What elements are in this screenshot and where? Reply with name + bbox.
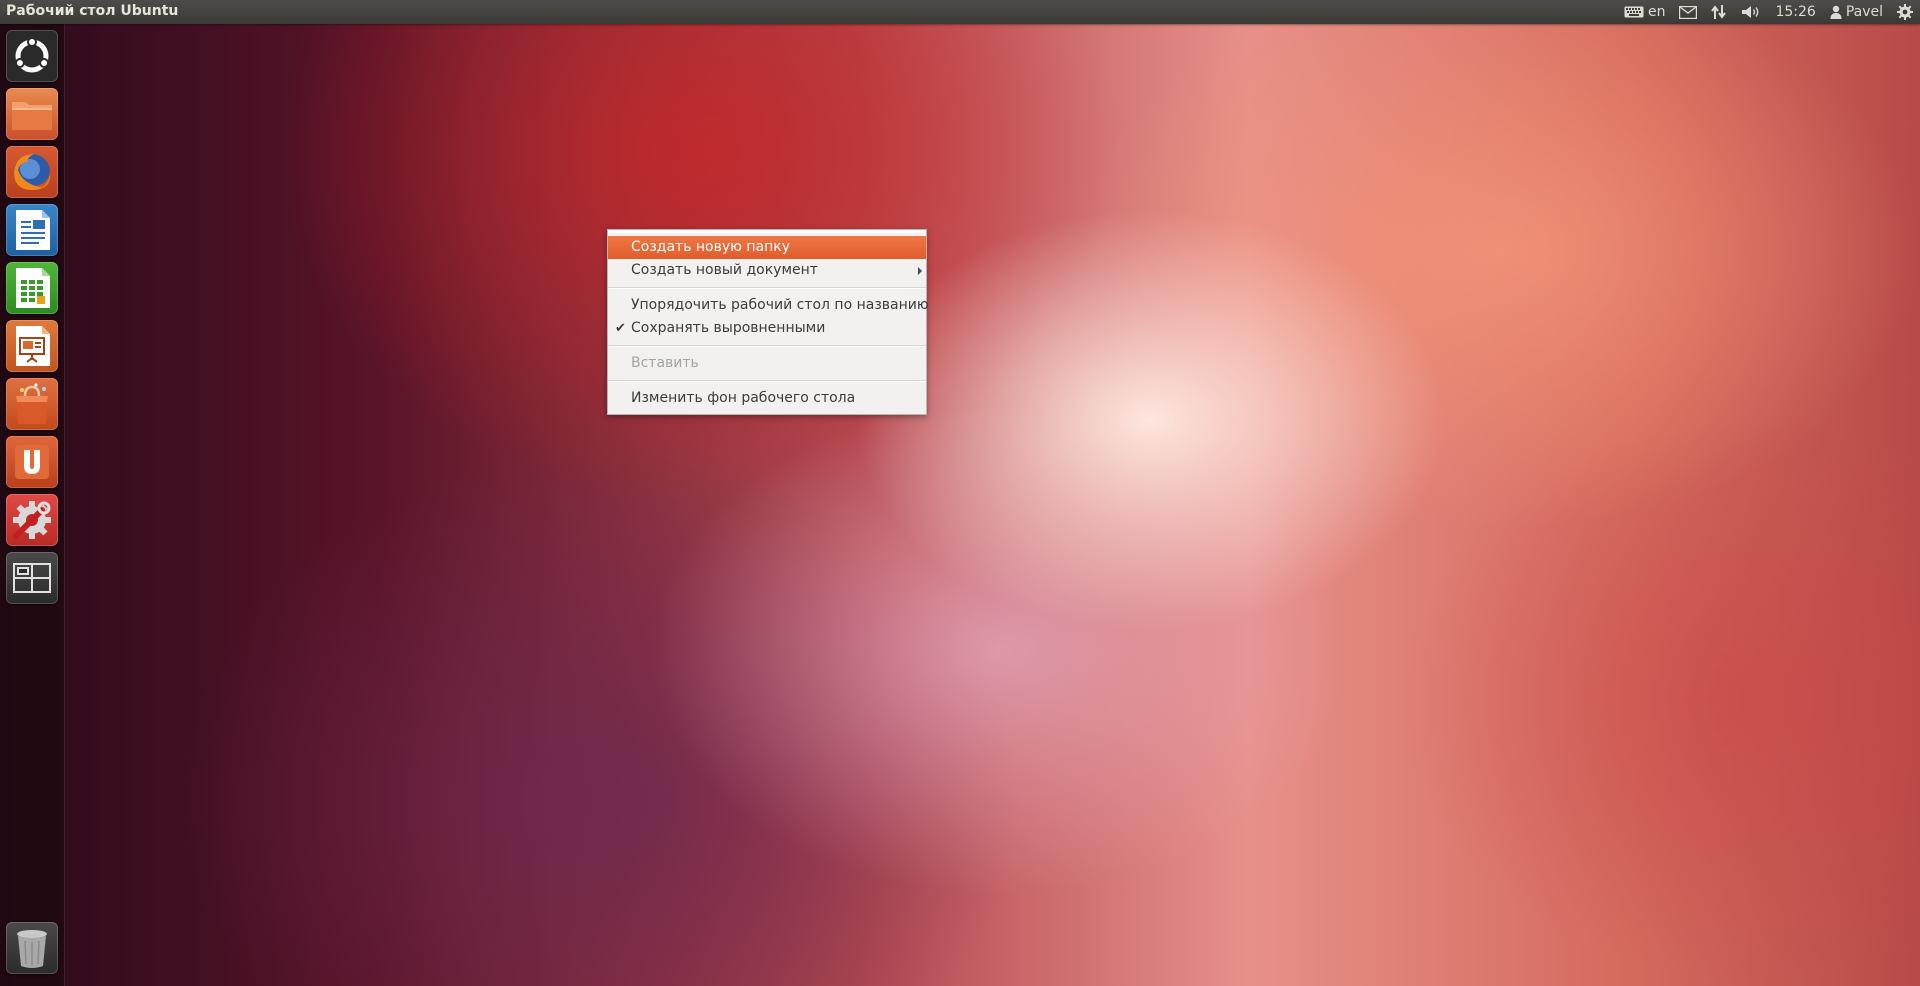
menu-item-label: Создать новый документ xyxy=(631,262,818,278)
trash-icon xyxy=(6,922,58,974)
window-title: Рабочий стол Ubuntu xyxy=(6,3,179,19)
menu-item-change-background[interactable]: Изменить фон рабочего стола xyxy=(608,387,926,410)
writer-launcher[interactable] xyxy=(6,204,58,256)
menu-item-label: Создать новую папку xyxy=(631,239,791,255)
submenu-arrow-icon xyxy=(918,267,922,275)
trash-launcher[interactable] xyxy=(6,922,58,974)
gear-icon xyxy=(1897,4,1913,20)
files-launcher[interactable] xyxy=(6,88,58,140)
sound-indicator[interactable] xyxy=(1734,0,1768,24)
software-center-icon xyxy=(6,378,58,430)
impress-launcher[interactable] xyxy=(6,320,58,372)
system-settings-icon xyxy=(6,494,58,546)
menu-item-keep-aligned[interactable]: ✔ Сохранять выровненными xyxy=(608,317,926,340)
messaging-indicator[interactable] xyxy=(1672,0,1704,24)
firefox-icon xyxy=(6,146,58,198)
libreoffice-impress-icon xyxy=(6,320,58,372)
menu-item-label: Упорядочить рабочий стол по названию xyxy=(631,297,929,313)
libreoffice-writer-icon xyxy=(6,204,58,256)
menu-item-label: Сохранять выровненными xyxy=(631,320,826,336)
calc-launcher[interactable] xyxy=(6,262,58,314)
menu-separator xyxy=(608,380,926,382)
launcher xyxy=(0,24,65,986)
user-indicator[interactable]: Pavel xyxy=(1823,0,1890,24)
desktop-context-menu: Создать новую папку Создать новый докуме… xyxy=(607,229,929,415)
keyboard-layout-label: en xyxy=(1647,4,1666,20)
checkmark-icon: ✔ xyxy=(615,321,626,336)
menu-separator xyxy=(608,287,926,289)
menu-item-paste: Вставить xyxy=(608,352,926,375)
ubuntu-one-launcher[interactable] xyxy=(6,436,58,488)
keyboard-indicator[interactable]: en xyxy=(1617,0,1673,24)
network-indicator[interactable] xyxy=(1704,0,1734,24)
menu-item-arrange-by-name[interactable]: Упорядочить рабочий стол по названию xyxy=(608,294,929,317)
network-arrows-icon xyxy=(1711,4,1727,20)
envelope-icon xyxy=(1679,5,1698,19)
menu-separator xyxy=(608,345,926,347)
clock-label: 15:26 xyxy=(1775,4,1816,20)
user-name-label: Pavel xyxy=(1845,4,1883,20)
menu-item-create-folder[interactable]: Создать новую папку xyxy=(608,236,926,259)
workspace-switcher-launcher[interactable] xyxy=(6,552,58,604)
speaker-icon xyxy=(1741,5,1761,19)
dash-button[interactable] xyxy=(6,30,58,82)
user-icon xyxy=(1830,5,1842,19)
folder-icon xyxy=(6,88,58,140)
workspace-switcher-icon xyxy=(6,552,58,604)
ubuntu-logo-icon xyxy=(6,30,58,82)
desktop[interactable]: Рабочий стол Ubuntu en 15:26 Pavel Созда… xyxy=(0,0,1920,986)
system-settings-launcher[interactable] xyxy=(6,494,58,546)
firefox-launcher[interactable] xyxy=(6,146,58,198)
session-indicator[interactable] xyxy=(1890,0,1920,24)
ubuntu-one-icon xyxy=(6,436,58,488)
indicator-area: en 15:26 Pavel xyxy=(1617,0,1920,24)
menu-item-create-document[interactable]: Создать новый документ xyxy=(608,259,926,282)
top-panel: Рабочий стол Ubuntu en 15:26 Pavel xyxy=(0,0,1920,24)
menu-item-label: Изменить фон рабочего стола xyxy=(631,390,856,406)
clock-indicator[interactable]: 15:26 xyxy=(1768,0,1822,24)
keyboard-icon xyxy=(1624,6,1644,18)
libreoffice-calc-icon xyxy=(6,262,58,314)
software-center-launcher[interactable] xyxy=(6,378,58,430)
menu-item-label: Вставить xyxy=(631,355,699,371)
